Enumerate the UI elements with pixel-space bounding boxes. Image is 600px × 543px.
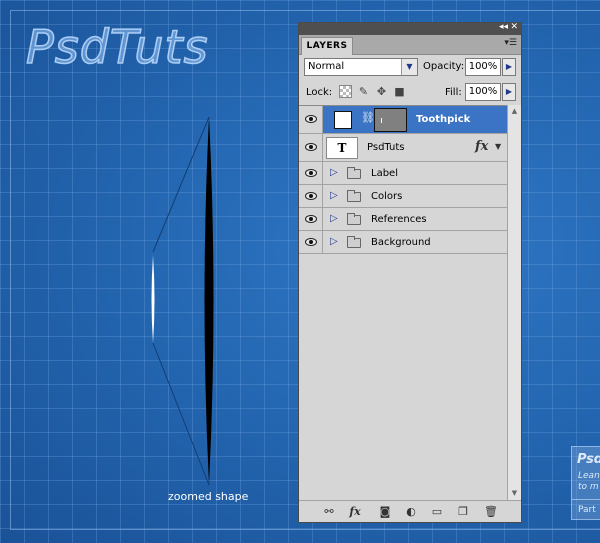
expand-triangle-icon[interactable]: ▷ (330, 236, 338, 247)
layer-row-colors[interactable]: ▷ Colors (299, 185, 507, 208)
psdtuts-logo: PsdTuts (25, 19, 209, 75)
eye-icon[interactable] (305, 215, 317, 223)
visibility-toggle[interactable] (299, 134, 323, 161)
scroll-up-icon[interactable]: ▲ (508, 105, 521, 118)
visibility-toggle[interactable] (299, 162, 323, 184)
fill-label: Fill: (445, 87, 462, 98)
vector-mask-thumbnail (374, 108, 407, 132)
chevron-down-icon[interactable]: ▼ (401, 59, 417, 75)
visibility-toggle[interactable] (299, 231, 323, 253)
toothpick-small-shape (151, 255, 155, 343)
visibility-toggle[interactable] (299, 185, 323, 207)
zoom-line-top (152, 116, 210, 253)
lock-icon[interactable]: ■ (393, 85, 406, 98)
lock-label: Lock: (306, 87, 333, 98)
layer-name: Toothpick (416, 114, 471, 125)
layer-row-label[interactable]: ▷ Label (299, 162, 507, 185)
zoom-line-bottom (152, 342, 210, 486)
eye-icon[interactable] (305, 238, 317, 246)
panel-titlebar[interactable]: ◂◂ ✕ (299, 22, 521, 35)
panel-footer: ⚯ fx ◙ ◐ ▭ ❐ 🗑 (299, 500, 521, 522)
blend-mode-value: Normal (308, 61, 345, 72)
group-name: Background (371, 237, 431, 248)
eye-icon[interactable] (305, 169, 317, 177)
lock-transparency-icon[interactable] (339, 85, 352, 98)
expand-triangle-icon[interactable]: ▷ (330, 167, 338, 178)
side-card-footer: Part (578, 505, 596, 515)
panel-tab-row: LAYERS ▾☰ (299, 35, 521, 55)
blend-mode-select[interactable]: Normal ▼ (304, 58, 418, 76)
visibility-toggle[interactable] (299, 106, 323, 133)
layers-scrollbar[interactable]: ▲ ▼ (507, 105, 521, 500)
eye-icon[interactable] (305, 143, 317, 151)
visibility-toggle[interactable] (299, 208, 323, 230)
add-mask-icon[interactable]: ◙ (377, 505, 393, 519)
layer-row-references[interactable]: ▷ References (299, 208, 507, 231)
new-layer-icon[interactable]: ❐ (455, 505, 471, 519)
panel-menu-icon[interactable]: ▾☰ (504, 38, 517, 48)
side-card-line1: Lean (578, 471, 600, 481)
eye-icon[interactable] (305, 115, 317, 123)
collapse-icon[interactable]: ◂◂ (499, 22, 508, 32)
layers-panel: ◂◂ ✕ LAYERS ▾☰ Normal ▼ Opacity: 100% ▶ … (298, 22, 522, 523)
side-card-title: Psd (577, 452, 600, 467)
side-card-divider (572, 499, 600, 500)
move-icon[interactable]: ✥ (375, 85, 388, 98)
group-name: Colors (371, 191, 403, 202)
opacity-slider-button[interactable]: ▶ (502, 58, 516, 76)
scroll-down-icon[interactable]: ▼ (508, 487, 521, 500)
layers-list: ⛓ Toothpick T PsdTuts fx ▼ ▷ Label ▷ Col… (299, 105, 507, 490)
close-icon[interactable]: ✕ (510, 22, 518, 32)
fx-icon[interactable]: fx (475, 139, 488, 154)
expand-effects-icon[interactable]: ▼ (495, 142, 501, 151)
layer-thumbnail (334, 111, 352, 129)
layer-row-psdtuts[interactable]: T PsdTuts fx ▼ (299, 134, 507, 162)
side-card-text: Lean to m (578, 471, 600, 493)
opacity-input[interactable]: 100% (465, 58, 501, 76)
folder-icon (347, 236, 361, 248)
folder-icon (347, 213, 361, 225)
trash-icon[interactable]: 🗑 (483, 505, 499, 519)
layer-row-toothpick[interactable]: ⛓ Toothpick (299, 106, 507, 134)
layer-row-background[interactable]: ▷ Background (299, 231, 507, 254)
eye-icon[interactable] (305, 192, 317, 200)
tab-layers[interactable]: LAYERS (301, 37, 353, 55)
folder-icon (347, 190, 361, 202)
zoomed-shape-illustration (151, 116, 214, 486)
fill-slider-button[interactable]: ▶ (502, 83, 516, 101)
fill-input[interactable]: 100% (465, 83, 501, 101)
zoomed-shape-label: zoomed shape (168, 490, 249, 503)
group-name: Label (371, 168, 398, 179)
folder-icon (347, 167, 361, 179)
expand-triangle-icon[interactable]: ▷ (330, 190, 338, 201)
opacity-label: Opacity: (423, 61, 465, 72)
text-layer-thumbnail: T (326, 137, 358, 159)
expand-triangle-icon[interactable]: ▷ (330, 213, 338, 224)
link-layers-icon[interactable]: ⚯ (321, 505, 337, 519)
new-group-icon[interactable]: ▭ (429, 505, 445, 519)
toothpick-zoomed-shape (204, 117, 214, 485)
link-icon[interactable]: ⛓ (361, 111, 375, 124)
brush-icon[interactable]: ✎ (357, 85, 370, 98)
add-style-icon[interactable]: fx (347, 505, 363, 519)
side-card: Psd Lean to m Part (571, 446, 600, 520)
adjustment-layer-icon[interactable]: ◐ (403, 505, 419, 519)
side-card-line2: to m (578, 482, 599, 492)
group-name: References (371, 214, 427, 225)
layer-name: PsdTuts (367, 142, 405, 153)
